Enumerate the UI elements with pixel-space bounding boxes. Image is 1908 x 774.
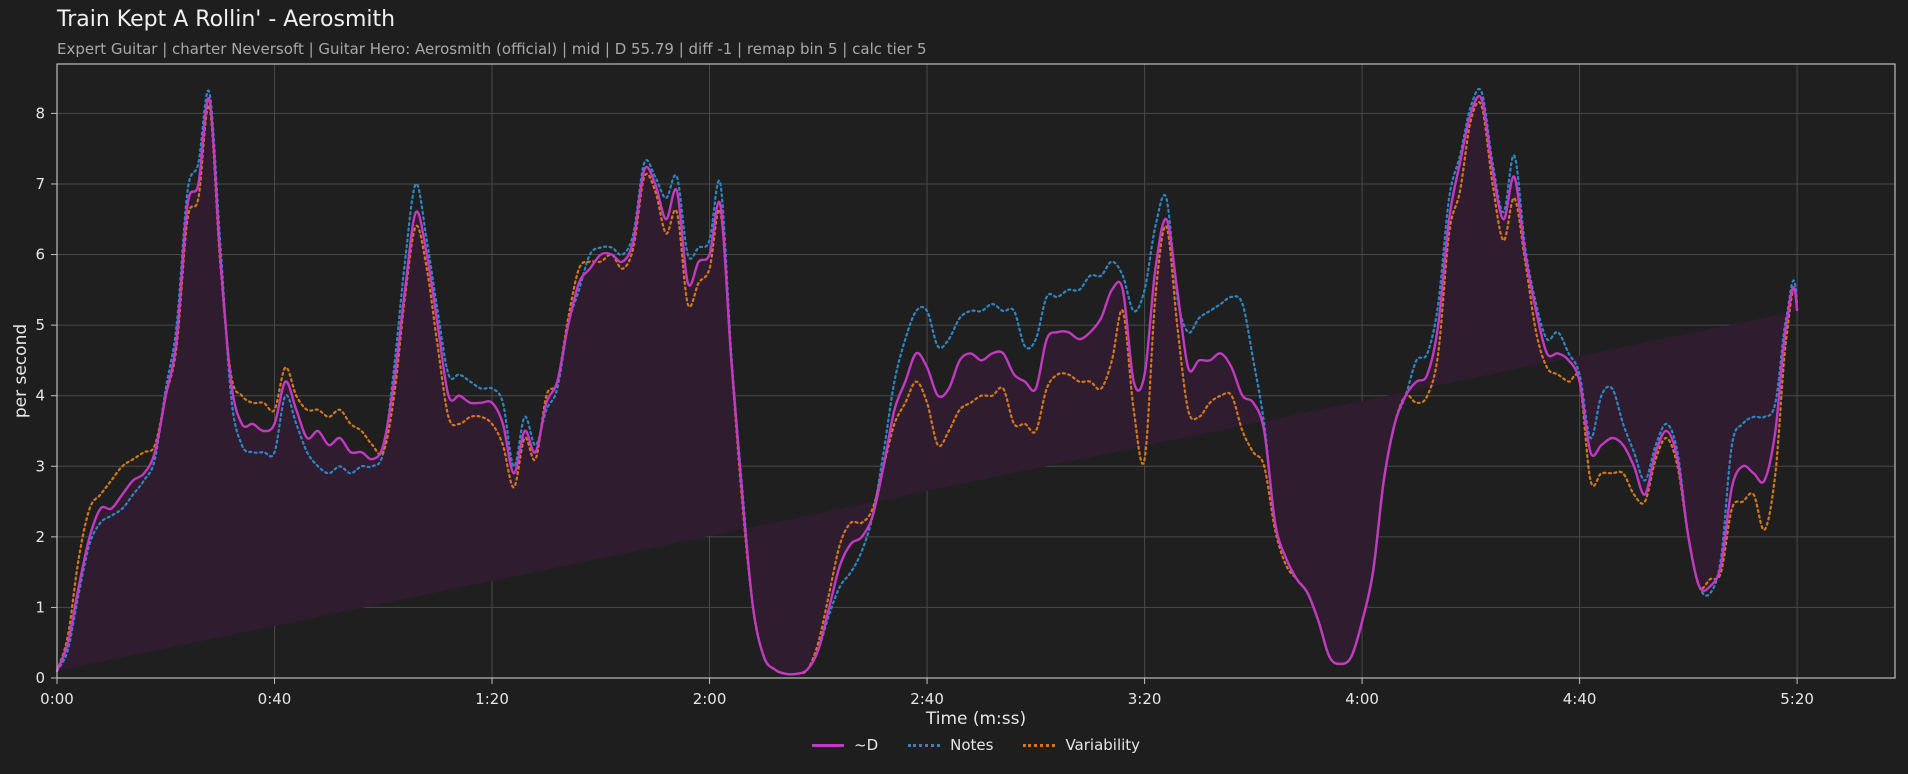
x-axis-ticks: 0:00 0:40 1:20 2:00 2:40 3:20 4:00 4:40 5:20: [40, 678, 1814, 708]
x-tick-label: 5:20: [1780, 690, 1814, 708]
legend-label: ~D: [854, 736, 879, 754]
y-tick-label: 8: [35, 104, 45, 122]
legend-item: Notes: [908, 736, 993, 754]
x-tick-label: 0:40: [258, 690, 292, 708]
legend-swatch: [908, 743, 941, 747]
y-tick-label: 2: [35, 528, 45, 546]
legend-swatch: [812, 743, 844, 747]
x-tick-label: 2:40: [910, 690, 944, 708]
y-tick-label: 7: [35, 175, 45, 193]
legend-item: ~D: [812, 736, 878, 754]
x-tick-label: 3:20: [1128, 690, 1162, 708]
x-tick-label: 1:20: [475, 690, 509, 708]
y-tick-label: 4: [35, 387, 45, 405]
x-tick-label: 2:00: [693, 690, 727, 708]
x-tick-label: 4:40: [1563, 690, 1597, 708]
legend-swatch: [1023, 743, 1056, 747]
y-tick-label: 1: [35, 598, 45, 616]
y-tick-label: 3: [35, 457, 45, 475]
y-tick-label: 5: [35, 316, 45, 334]
y-tick-label: 6: [35, 246, 45, 264]
legend-item: Variability: [1023, 736, 1140, 754]
x-axis-label: Time (m:ss): [925, 709, 1026, 729]
y-axis-label: per second: [11, 324, 31, 418]
x-tick-label: 4:00: [1345, 690, 1379, 708]
x-tick-label: 0:00: [40, 690, 74, 708]
y-axis-ticks: 0 1 2 3 4 5 6 7 8: [35, 104, 57, 687]
legend-label: Variability: [1065, 736, 1141, 754]
line-chart: 0:00 0:40 1:20 2:00 2:40 3:20 4:00 4:40 5:20 0 1 2…: [11, 63, 1896, 729]
legend: ~D Notes Variability: [812, 736, 1140, 754]
y-tick-label: 0: [35, 669, 45, 687]
legend-label: Notes: [950, 736, 994, 754]
